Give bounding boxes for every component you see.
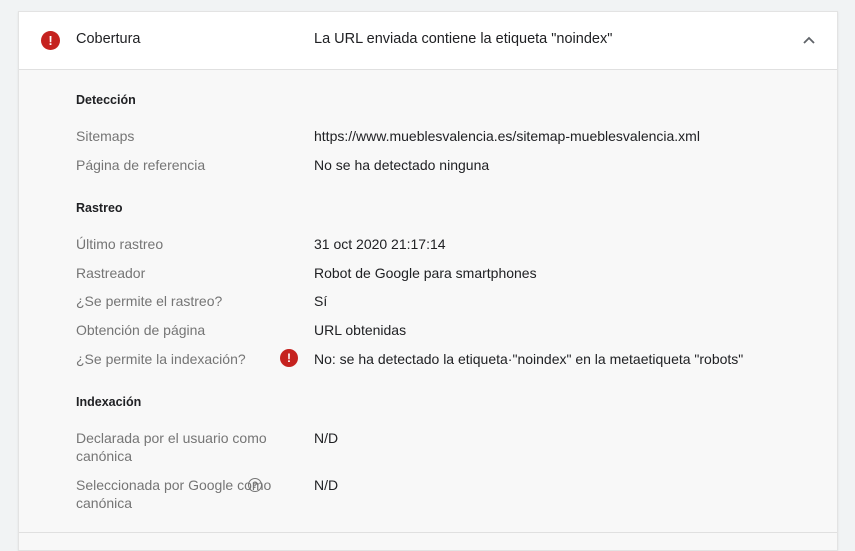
divider: [19, 532, 837, 533]
section-title-rastreo: Rastreo: [76, 201, 123, 215]
row-value-sitemaps: https://www.mueblesvalencia.es/sitemap-m…: [314, 128, 700, 144]
chevron-up-icon[interactable]: [798, 29, 820, 51]
row-label-crawl-allowed: ¿Se permite el rastreo?: [76, 293, 223, 309]
row-value-last-crawl: 31 oct 2020 21:17:14: [314, 236, 446, 252]
section-title-deteccion: Detección: [76, 93, 136, 107]
row-value-crawl-allowed: Sí: [314, 293, 328, 309]
row-value-page-fetch: URL obtenidas: [314, 322, 407, 338]
row-label-referring-page: Página de referencia: [76, 157, 206, 173]
row-value-google-canonical: N/D: [314, 477, 339, 493]
row-label-last-crawl: Último rastreo: [76, 236, 164, 252]
row-value-user-canonical: N/D: [314, 430, 339, 446]
row-label-indexing-allowed: ¿Se permite la indexación?: [76, 351, 246, 367]
coverage-status: La URL enviada contiene la etiqueta "noi…: [314, 31, 613, 47]
row-label-sitemaps: Sitemaps: [76, 128, 135, 144]
row-value-crawler: Robot de Google para smartphones: [314, 265, 537, 281]
coverage-label: Cobertura: [76, 31, 141, 47]
row-value-referring-page: No se ha detectado ninguna: [314, 157, 490, 173]
help-icon[interactable]: ?: [248, 478, 262, 492]
error-icon: !: [41, 31, 60, 50]
row-label-page-fetch: Obtención de página: [76, 322, 206, 338]
row-label-user-canonical: Declarada por el usuario como canónica: [76, 430, 267, 464]
coverage-card: ! Cobertura La URL enviada contiene la e…: [18, 11, 838, 551]
coverage-header[interactable]: ! Cobertura La URL enviada contiene la e…: [19, 12, 837, 70]
section-title-indexacion: Indexación: [76, 395, 142, 409]
row-value-indexing-allowed: No: se ha detectado la etiqueta·"noindex…: [314, 351, 744, 367]
row-label-crawler: Rastreador: [76, 265, 146, 281]
error-icon: !: [280, 349, 298, 367]
row-label-google-canonical: Seleccionada por Google como canónica: [76, 477, 272, 511]
